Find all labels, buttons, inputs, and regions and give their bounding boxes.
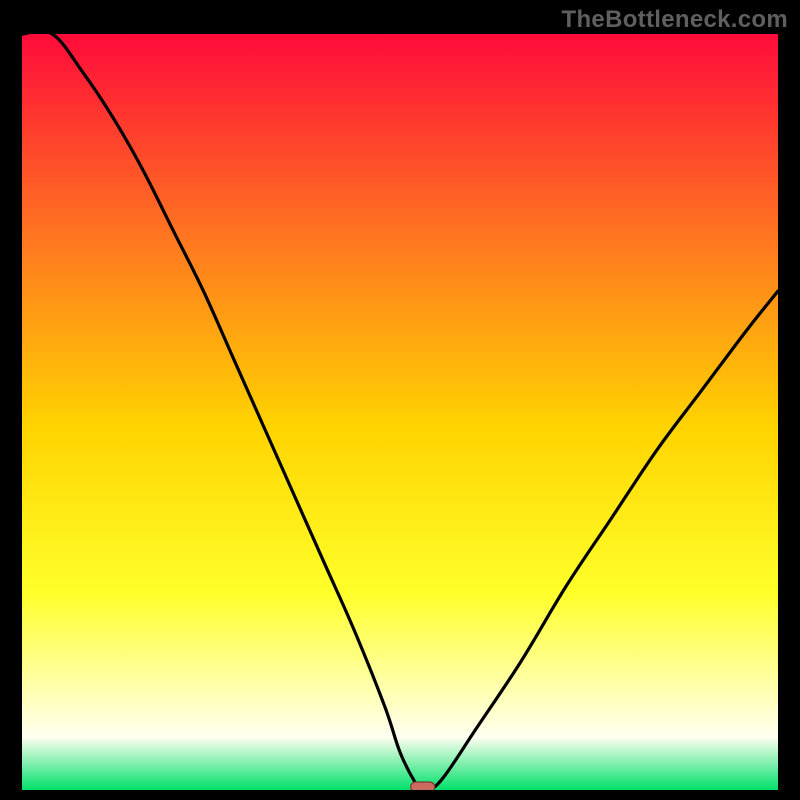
gradient-background [22, 34, 778, 790]
chart-container: { "watermark": "TheBottleneck.com", "col… [0, 0, 800, 800]
plot-area [22, 34, 778, 790]
optimum-marker [411, 782, 435, 790]
watermark-label: TheBottleneck.com [562, 6, 788, 34]
chart-svg [22, 34, 778, 790]
